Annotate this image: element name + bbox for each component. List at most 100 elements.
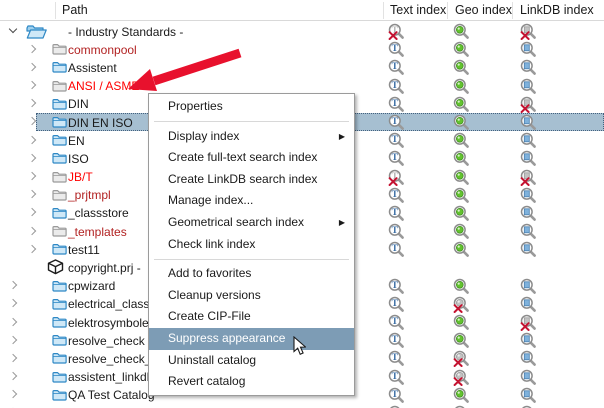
menu-item-display-index[interactable]: Display index▶ — [149, 126, 354, 148]
folder-icon — [52, 171, 67, 183]
column-header-geo-index[interactable]: Geo index — [455, 3, 512, 17]
menu-item-label: Create full-text search index — [168, 150, 317, 164]
column-header-path[interactable]: Path — [62, 3, 88, 17]
folder-icon — [52, 225, 67, 237]
tree-row[interactable]: - Industry Standards - T — [0, 22, 604, 40]
tree-row-label: resolve_check — [68, 334, 145, 348]
menu-item-geometrical-search-index[interactable]: Geometrical search index▶ — [149, 212, 354, 234]
tree-row-label: resolve_check_ — [68, 352, 151, 366]
chevron-right-icon[interactable] — [28, 63, 36, 71]
text-index-ok-icon: T — [388, 278, 405, 295]
svg-text:T: T — [392, 335, 399, 345]
linkdb-index-ok-icon — [520, 78, 537, 95]
menu-item-create-full-text-search-index[interactable]: Create full-text search index — [149, 147, 354, 169]
chevron-right-icon[interactable] — [9, 335, 17, 343]
text-index-ok-icon: T — [388, 314, 405, 331]
linkdb-index-ok-icon — [520, 187, 537, 204]
svg-text:T: T — [392, 281, 399, 291]
geo-index-ok-icon — [453, 314, 470, 331]
tree-row-label: electrical_classi — [68, 297, 152, 311]
folder-open-icon — [26, 24, 47, 39]
chevron-right-icon[interactable] — [28, 245, 36, 253]
column-header-text-index[interactable]: Text index — [390, 3, 446, 17]
geo-index-ok-icon — [453, 59, 470, 76]
tree-row[interactable]: Training T — [0, 404, 604, 408]
linkdb-index-ok-icon — [520, 369, 537, 386]
chevron-down-icon[interactable] — [9, 24, 17, 32]
folder-icon — [52, 116, 67, 128]
linkdb-index-ok-icon — [520, 296, 537, 313]
chevron-right-icon[interactable] — [28, 135, 36, 143]
context-menu: Properties Display index▶ Create full-text… — [148, 93, 355, 396]
tree-row-label: DIN — [68, 97, 89, 111]
chevron-right-icon[interactable] — [28, 208, 36, 216]
geo-index-ok-icon — [453, 332, 470, 349]
menu-item-create-linkdb-search-index[interactable]: Create LinkDB search index — [149, 169, 354, 191]
chevron-right-icon[interactable] — [28, 172, 36, 180]
chevron-right-icon[interactable] — [9, 354, 17, 362]
linkdb-index-ok-icon — [520, 387, 537, 404]
chevron-right-icon[interactable] — [28, 154, 36, 162]
column-header-linkdb-index[interactable]: LinkDB index — [520, 3, 594, 17]
chevron-right-icon[interactable] — [9, 281, 17, 289]
geo-index-ok-icon — [453, 96, 470, 113]
svg-text:T: T — [392, 99, 399, 109]
menu-item-uninstall-catalog[interactable]: Uninstall catalog — [149, 350, 354, 372]
folder-icon — [52, 316, 67, 328]
geo-index-ok-icon — [453, 205, 470, 222]
text-index-ok-icon: T — [388, 59, 405, 76]
chevron-right-icon[interactable] — [28, 226, 36, 234]
project-cube-icon — [47, 259, 64, 275]
chevron-right-icon[interactable] — [9, 317, 17, 325]
chevron-right-icon[interactable] — [28, 44, 36, 52]
folder-icon — [52, 98, 67, 110]
menu-separator — [154, 121, 349, 122]
column-divider[interactable] — [383, 2, 384, 19]
geo-index-ok-icon — [453, 169, 470, 186]
chevron-right-icon[interactable] — [9, 372, 17, 380]
text-index-ok-icon: T — [388, 296, 405, 313]
chevron-right-icon[interactable] — [9, 299, 17, 307]
linkdb-index-ok-icon — [520, 150, 537, 167]
menu-item-label: Uninstall catalog — [168, 353, 256, 367]
menu-item-revert-catalog[interactable]: Revert catalog — [149, 371, 354, 393]
geo-index-ok-icon — [453, 223, 470, 240]
tree-row[interactable]: commonpool T — [0, 40, 604, 58]
menu-item-cleanup-versions[interactable]: Cleanup versions — [149, 285, 354, 307]
folder-icon — [52, 334, 67, 346]
menu-item-create-cip-file[interactable]: Create CIP-File — [149, 306, 354, 328]
linkdb-index-ok-icon — [520, 205, 537, 222]
svg-text:T: T — [392, 190, 399, 200]
menu-item-add-to-favorites[interactable]: Add to favorites — [149, 263, 354, 285]
column-divider[interactable] — [447, 2, 448, 19]
menu-item-label: Manage index... — [168, 193, 253, 207]
chevron-right-icon[interactable] — [9, 390, 17, 398]
text-index-ok-icon: T — [388, 369, 405, 386]
svg-text:T: T — [392, 372, 399, 382]
svg-text:T: T — [392, 354, 399, 364]
tree-row[interactable]: Assistent T — [0, 58, 604, 76]
chevron-right-icon[interactable] — [28, 190, 36, 198]
geo-index-ok-icon — [453, 187, 470, 204]
folder-icon — [52, 207, 67, 219]
folder-icon — [52, 298, 67, 310]
tree-row-label: EN — [68, 134, 85, 148]
menu-item-label: Display index — [168, 129, 239, 143]
tree-row-label: test11 — [68, 243, 100, 257]
linkdb-index-ok-icon — [520, 350, 537, 367]
menu-item-properties[interactable]: Properties — [149, 96, 354, 118]
tree-row-label: _templates — [68, 225, 127, 239]
menu-item-manage-index[interactable]: Manage index... — [149, 190, 354, 212]
mouse-cursor-icon — [293, 336, 306, 356]
chevron-right-icon[interactable] — [28, 117, 36, 125]
menu-item-label: Suppress appearance — [168, 331, 285, 345]
folder-icon — [52, 80, 67, 92]
svg-text:T: T — [392, 135, 399, 145]
column-divider[interactable] — [512, 2, 513, 19]
chevron-right-icon[interactable] — [28, 81, 36, 89]
menu-item-suppress-appearance[interactable]: Suppress appearance — [149, 328, 354, 350]
chevron-right-icon[interactable] — [28, 99, 36, 107]
column-divider[interactable] — [55, 2, 56, 19]
tree-row-label: JB/T — [68, 170, 93, 184]
menu-item-check-link-index[interactable]: Check link index — [149, 234, 354, 256]
